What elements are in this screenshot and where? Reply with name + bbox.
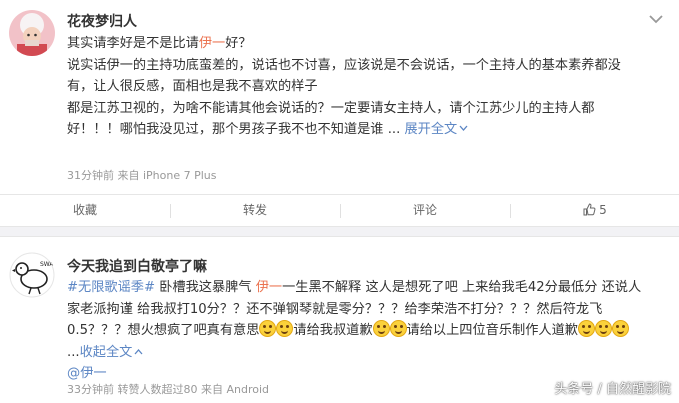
topic-link[interactable]: #无限歌谣季# bbox=[67, 280, 155, 295]
post-meta: 31分钟前 来自 iPhone 7 Plus bbox=[67, 169, 217, 182]
chevron-down-icon[interactable] bbox=[646, 12, 666, 26]
text: 请给我叔道歉 bbox=[293, 323, 373, 338]
text: 请给以上四位音乐制作人道歉 bbox=[406, 323, 578, 338]
post-line: #无限歌谣季# 卧槽我这暴脾气 伊一一生黑不解释 这人是想死了吧 上来给我毛42… bbox=[67, 277, 667, 299]
like-count: 5 bbox=[599, 203, 607, 217]
smile-emoji-icon bbox=[389, 320, 407, 337]
smile-emoji-icon bbox=[259, 320, 277, 337]
post-body: #无限歌谣季# 卧槽我这暴脾气 伊一一生黑不解释 这人是想死了吧 上来给我毛42… bbox=[67, 277, 667, 385]
smile-emoji-icon bbox=[611, 320, 629, 337]
highlight-keyword: 伊一 bbox=[198, 36, 226, 51]
comment-button[interactable]: 评论 bbox=[340, 195, 510, 226]
watermark: 头条号 / 自然醒影院 bbox=[554, 382, 671, 397]
thumbs-up-icon bbox=[583, 203, 596, 216]
highlight-keyword: 伊一 bbox=[255, 280, 283, 295]
post-line: 有，让人很反感，面相也是我不喜欢的样子 bbox=[67, 79, 318, 94]
text: 0.5？？？想火想疯了吧真有意思 bbox=[67, 323, 260, 338]
post-line: 说实话伊一的主持功底蛮差的，说话也不讨喜，应该说是不会说话，一个主持人的基本素养… bbox=[67, 57, 621, 73]
chevron-down-icon bbox=[459, 125, 468, 131]
avatar[interactable] bbox=[9, 10, 55, 56]
post-separator bbox=[0, 226, 679, 237]
collapse-label: 收起全文 bbox=[79, 344, 133, 360]
post-line: 家老派拘谨 给我叔打10分？？还不弹钢琴就是零分？？？给李荣浩不打分？？？然后符… bbox=[67, 301, 603, 317]
weibo-post-1: 花夜梦归人 其实请李好是不是比请伊一好？ 说实话伊一的主持功底蛮差的，说话也不讨… bbox=[0, 0, 679, 226]
smile-emoji-icon bbox=[594, 320, 612, 337]
text: 其实请李好是不是比请 bbox=[67, 36, 199, 51]
collapse-link[interactable]: 收起全文 bbox=[80, 345, 144, 360]
chevron-up-icon bbox=[134, 348, 143, 354]
text: 卧槽我这暴脾气 bbox=[155, 280, 256, 295]
text: 一生黑不解释 这人是想死了吧 上来给我毛42分最低分 还说人 bbox=[282, 280, 642, 295]
username[interactable]: 今天我追到白敬亭了嘛 bbox=[67, 256, 207, 276]
mention-link[interactable]: @伊一 bbox=[67, 366, 107, 381]
repost-button[interactable]: 转发 bbox=[170, 195, 340, 226]
smile-emoji-icon bbox=[276, 320, 294, 337]
post-line: 都是江苏卫视的，为啥不能请其他会说话的？一定要请女主持人，请个江苏少儿的主持人都 bbox=[67, 100, 595, 116]
expand-link[interactable]: 展开全文 bbox=[400, 122, 468, 137]
text: 好！！！哪怕我没见过，那个男孩子我不也不知道是谁 ... bbox=[67, 122, 401, 137]
text: ... bbox=[67, 344, 80, 360]
post-line: 好！！！哪怕我没见过，那个男孩子我不也不知道是谁 ... 展开全文 bbox=[67, 119, 667, 141]
post-line: ...收起全文 bbox=[67, 342, 667, 364]
text: 好？ bbox=[225, 36, 252, 51]
avatar[interactable]: SWAG bbox=[9, 252, 55, 298]
like-button[interactable]: 5 bbox=[510, 195, 679, 226]
collect-button[interactable]: 收藏 bbox=[0, 195, 170, 226]
username[interactable]: 花夜梦归人 bbox=[67, 11, 137, 31]
smile-emoji-icon bbox=[372, 320, 390, 337]
post-line: 0.5？？？想火想疯了吧真有意思 请给我叔道歉 请给以上四位音乐制作人道歉 bbox=[67, 320, 667, 342]
post-body: 其实请李好是不是比请伊一好？ 说实话伊一的主持功底蛮差的，说话也不讨喜，应该说是… bbox=[67, 33, 667, 141]
post-meta: 33分钟前 转赞人数超过80 来自 Android bbox=[67, 383, 270, 396]
expand-label: 展开全文 bbox=[404, 122, 458, 137]
smile-emoji-icon bbox=[577, 320, 595, 337]
action-bar: 收藏 转发 评论 5 bbox=[0, 194, 679, 226]
post-line: 其实请李好是不是比请伊一好？ bbox=[67, 33, 667, 55]
